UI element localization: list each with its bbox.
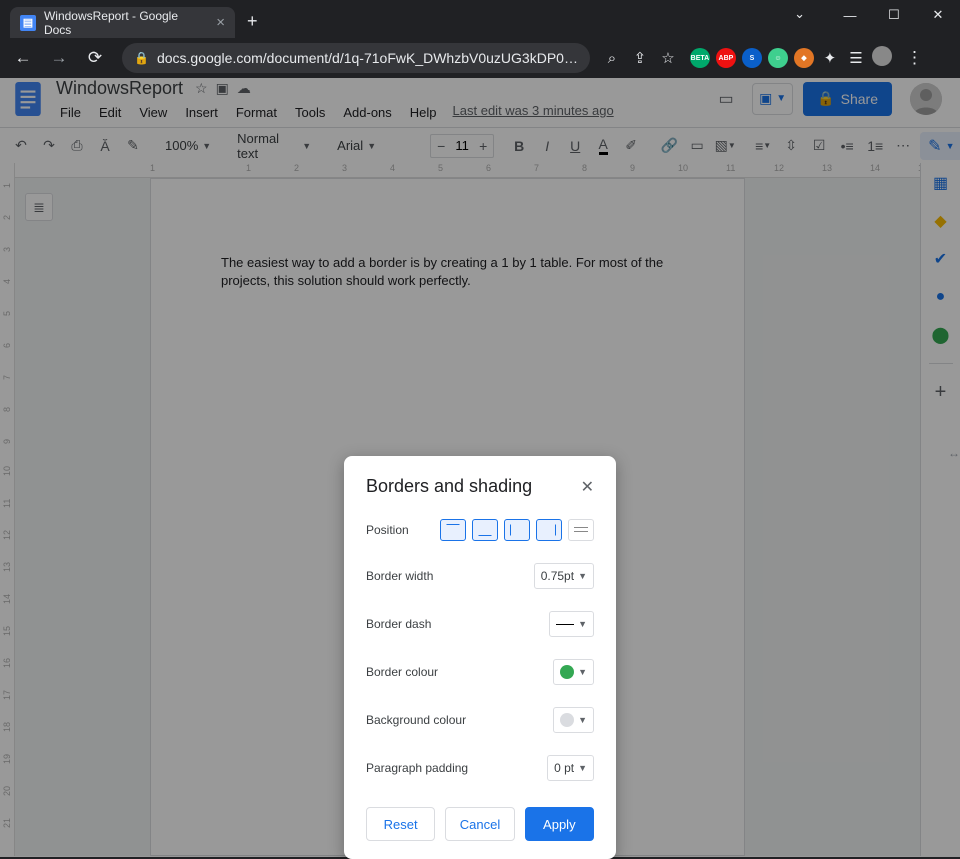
reading-list-icon[interactable]: ☰ bbox=[846, 49, 866, 67]
panel-resize-handle[interactable]: ↔ bbox=[948, 446, 960, 460]
reset-button[interactable]: Reset bbox=[366, 807, 435, 841]
browser-tab[interactable]: ▤ WindowsReport - Google Docs × bbox=[10, 7, 235, 38]
border-top-button[interactable] bbox=[440, 519, 466, 541]
border-colour-label: Border colour bbox=[366, 665, 553, 679]
lock-icon: 🔒 bbox=[134, 51, 149, 65]
address-bar-row: ← → ⟳ 🔒 docs.google.com/document/d/1q-71… bbox=[0, 38, 960, 78]
docs-app: WindowsReport ☆ ▣ ☁ FileEditViewInsertFo… bbox=[0, 78, 960, 857]
background-colour-swatch bbox=[560, 713, 574, 727]
border-between-button[interactable] bbox=[568, 519, 594, 541]
border-dash-label: Border dash bbox=[366, 617, 549, 631]
border-width-dropdown[interactable]: 0.75pt▼ bbox=[534, 563, 594, 589]
back-icon[interactable]: ← bbox=[8, 43, 38, 73]
close-icon[interactable]: ✕ bbox=[581, 477, 594, 497]
new-tab-button[interactable]: + bbox=[247, 11, 258, 32]
window-controls: ― ☐ ✕ bbox=[828, 0, 960, 30]
paragraph-padding-label: Paragraph padding bbox=[366, 761, 547, 775]
background-colour-label: Background colour bbox=[366, 713, 553, 727]
browser-tab-strip: ▤ WindowsReport - Google Docs × + ⌄ ― ☐ … bbox=[0, 0, 960, 38]
background-colour-dropdown[interactable]: ▼ bbox=[553, 707, 594, 733]
apply-button[interactable]: Apply bbox=[525, 807, 594, 841]
dash-solid-preview bbox=[556, 624, 574, 625]
borders-shading-dialog: Borders and shading ✕ Position Border wi… bbox=[344, 456, 616, 859]
position-label: Position bbox=[366, 523, 440, 537]
share-icon[interactable]: ⇪ bbox=[630, 49, 650, 67]
paragraph-padding-dropdown[interactable]: 0 pt▼ bbox=[547, 755, 594, 781]
tab-title: WindowsReport - Google Docs bbox=[44, 9, 208, 37]
ext-bot-icon[interactable]: ☺ bbox=[768, 48, 788, 68]
modal-title: Borders and shading bbox=[366, 476, 532, 497]
extensions-button[interactable]: ✦ bbox=[820, 49, 840, 67]
close-tab-icon[interactable]: × bbox=[216, 14, 225, 31]
omnibox[interactable]: 🔒 docs.google.com/document/d/1q-71oFwK_D… bbox=[122, 43, 590, 73]
border-dash-dropdown[interactable]: ▼ bbox=[549, 611, 594, 637]
border-bottom-button[interactable] bbox=[472, 519, 498, 541]
browser-menu-icon[interactable]: ⋮ bbox=[898, 48, 931, 68]
border-left-button[interactable] bbox=[504, 519, 530, 541]
tab-overflow-caret[interactable]: ⌄ bbox=[794, 6, 805, 22]
profile-avatar[interactable] bbox=[872, 46, 892, 70]
minimize-icon[interactable]: ― bbox=[828, 0, 872, 30]
star-icon[interactable]: ☆ bbox=[658, 49, 678, 67]
extensions-area: BETA ABP S ☺ ◆ bbox=[690, 48, 814, 68]
ext-mm-icon[interactable]: ◆ bbox=[794, 48, 814, 68]
ext-abp-icon[interactable]: ABP bbox=[716, 48, 736, 68]
maximize-icon[interactable]: ☐ bbox=[872, 0, 916, 30]
border-colour-dropdown[interactable]: ▼ bbox=[553, 659, 594, 685]
border-right-button[interactable] bbox=[536, 519, 562, 541]
reload-icon[interactable]: ⟳ bbox=[80, 43, 110, 73]
ext-beta-icon[interactable]: BETA bbox=[690, 48, 710, 68]
zoom-icon[interactable]: ⌕ bbox=[602, 50, 622, 67]
position-grid bbox=[440, 519, 594, 541]
url-text: docs.google.com/document/d/1q-71oFwK_DWh… bbox=[157, 50, 578, 66]
cancel-button[interactable]: Cancel bbox=[445, 807, 514, 841]
forward-icon[interactable]: → bbox=[44, 43, 74, 73]
close-window-icon[interactable]: ✕ bbox=[916, 0, 960, 30]
ext-s-icon[interactable]: S bbox=[742, 48, 762, 68]
docs-favicon: ▤ bbox=[20, 15, 36, 31]
border-width-label: Border width bbox=[366, 569, 534, 583]
border-colour-swatch bbox=[560, 665, 574, 679]
